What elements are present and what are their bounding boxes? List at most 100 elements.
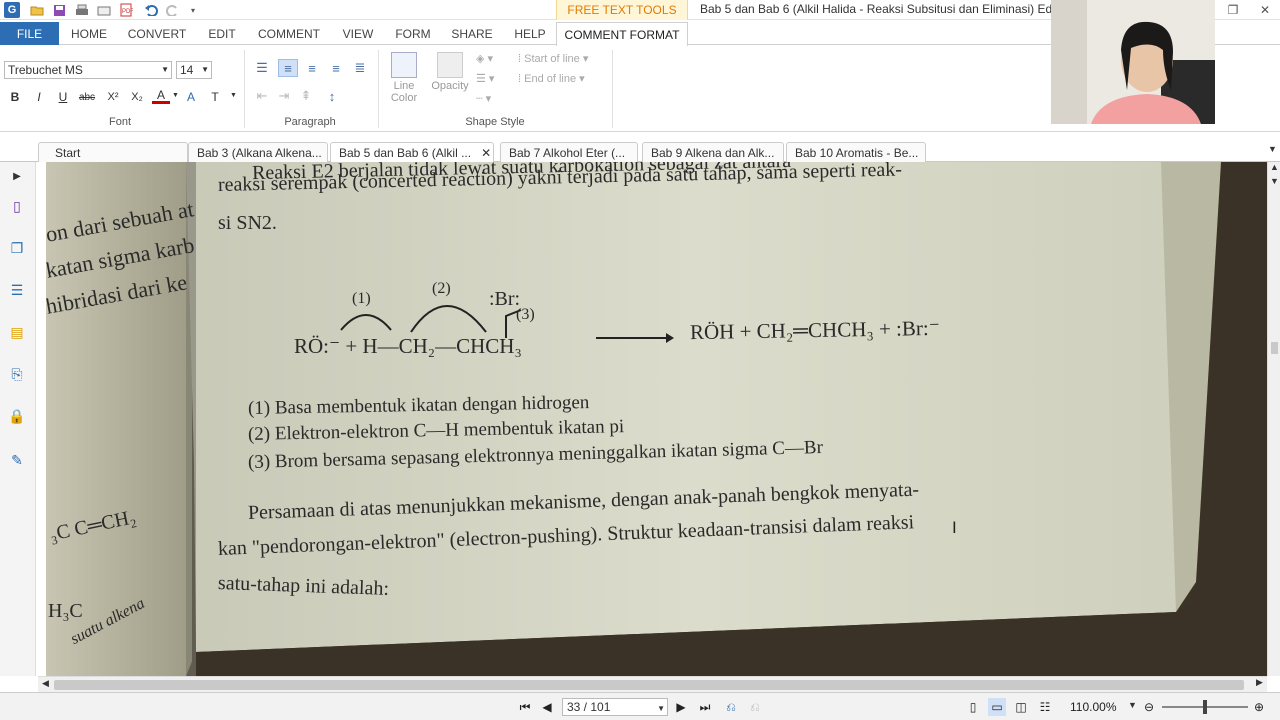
scroll-left-icon[interactable]: ◀ bbox=[42, 678, 49, 689]
zoom-in-icon[interactable]: ⊕ bbox=[1250, 698, 1268, 716]
opacity-icon bbox=[437, 52, 463, 78]
bullet-list-icon[interactable]: ☰ bbox=[252, 59, 272, 77]
zoom-dropdown-icon[interactable]: ▼ bbox=[1128, 700, 1137, 710]
decrease-indent-icon[interactable]: ⇤ bbox=[252, 87, 272, 105]
font-color-button[interactable]: A bbox=[152, 88, 170, 104]
strikethrough-button[interactable]: abc bbox=[78, 88, 96, 106]
tab-view[interactable]: VIEW bbox=[338, 22, 378, 45]
redo-icon[interactable] bbox=[164, 1, 182, 19]
align-right-icon[interactable]: ≡ bbox=[326, 59, 346, 77]
next-view-icon[interactable]: ⎌ bbox=[746, 698, 764, 716]
tab-file[interactable]: FILE bbox=[0, 22, 59, 45]
last-page-icon[interactable]: ⏭ bbox=[696, 698, 714, 716]
font-family-value: Trebuchet MS bbox=[8, 63, 83, 77]
zoom-level[interactable]: 110.00% bbox=[1070, 700, 1116, 714]
free-text-tools-context-tab[interactable]: FREE TEXT TOOLS bbox=[556, 0, 688, 20]
tab-bab-9-label: Bab 9 Alkena dan Alk... bbox=[651, 145, 775, 160]
tab-bab-10-label: Bab 10 Aromatis - Be... bbox=[795, 145, 919, 160]
line-spacing-icon[interactable]: ↕ bbox=[322, 87, 342, 105]
tab-bab-9[interactable]: Bab 9 Alkena dan Alk... bbox=[642, 142, 784, 162]
opacity-button[interactable]: Opacity bbox=[428, 50, 472, 112]
tab-home[interactable]: HOME bbox=[68, 22, 110, 45]
scroll-right-icon[interactable]: ▶ bbox=[1256, 677, 1263, 688]
page-number-input[interactable]: 33 / 101 ▼ bbox=[562, 698, 668, 716]
facing-page-icon[interactable]: ◫ bbox=[1012, 698, 1030, 716]
group-separator bbox=[378, 50, 379, 128]
text-effects-button[interactable]: T bbox=[206, 88, 224, 106]
close-icon[interactable]: ✕ bbox=[1256, 1, 1274, 19]
superscript-button[interactable]: X² bbox=[104, 88, 122, 106]
left-page-formula-2: H₃C bbox=[48, 600, 83, 622]
subscript-button[interactable]: X₂ bbox=[128, 88, 146, 106]
single-page-icon[interactable]: ▯ bbox=[964, 698, 982, 716]
fill-color-button[interactable]: ◈ ▾ bbox=[476, 52, 493, 65]
justify-icon[interactable]: ≣ bbox=[350, 59, 370, 77]
font-size-select[interactable]: 14 ▼ bbox=[176, 61, 212, 79]
horizontal-scrollbar[interactable]: ◀ bbox=[38, 676, 1267, 692]
start-of-line-label: Start of line bbox=[524, 53, 580, 65]
line-color-button[interactable]: Line Color bbox=[382, 50, 426, 112]
save-icon[interactable] bbox=[50, 1, 68, 19]
page-thumbnails-icon[interactable]: ▯ bbox=[7, 196, 27, 216]
continuous-page-icon[interactable]: ▭ bbox=[988, 698, 1006, 716]
open-folder-icon[interactable] bbox=[28, 1, 46, 19]
bold-button[interactable]: B bbox=[6, 88, 24, 106]
line-width-button[interactable]: ☰ ▾ bbox=[476, 72, 494, 85]
signature-icon[interactable]: ✎ bbox=[7, 450, 27, 470]
tab-edit[interactable]: EDIT bbox=[204, 22, 240, 45]
previous-view-icon[interactable]: ⎌ bbox=[722, 698, 740, 716]
text-cursor-icon: Ⅰ bbox=[952, 520, 957, 537]
print-icon[interactable] bbox=[73, 1, 91, 19]
horizontal-scroll-thumb[interactable] bbox=[54, 680, 1244, 690]
font-family-select[interactable]: Trebuchet MS ▼ bbox=[4, 61, 172, 79]
group-separator bbox=[612, 50, 613, 128]
align-center-icon[interactable]: ≡ bbox=[302, 59, 322, 77]
tab-share[interactable]: SHARE bbox=[448, 22, 496, 45]
tab-convert[interactable]: CONVERT bbox=[124, 22, 190, 45]
increase-indent-icon[interactable]: ⇥ bbox=[274, 87, 294, 105]
close-tab-icon[interactable]: ✕ bbox=[481, 146, 491, 160]
tab-comment-format[interactable]: COMMENT FORMAT bbox=[556, 22, 688, 46]
restore-icon[interactable]: ❐ bbox=[1224, 1, 1242, 19]
end-of-line-button[interactable]: ⁞ End of line ▾ bbox=[518, 72, 585, 85]
pdf-create-icon[interactable]: PDF bbox=[117, 1, 135, 19]
continuous-facing-icon[interactable]: ☷ bbox=[1036, 698, 1054, 716]
foxit-app-icon[interactable]: G bbox=[4, 2, 20, 18]
zoom-slider-thumb[interactable] bbox=[1203, 700, 1207, 714]
tab-comment[interactable]: COMMENT bbox=[254, 22, 324, 45]
tab-help[interactable]: HELP bbox=[510, 22, 550, 45]
scan-icon[interactable] bbox=[95, 1, 113, 19]
security-lock-icon[interactable]: 🔒 bbox=[7, 406, 27, 426]
tab-bab-3[interactable]: Bab 3 (Alkana Alkena... bbox=[188, 142, 328, 162]
tab-bab-3-label: Bab 3 (Alkana Alkena... bbox=[197, 145, 322, 160]
grow-font-button[interactable]: A bbox=[182, 88, 200, 106]
align-left-icon[interactable]: ≡ bbox=[278, 59, 298, 77]
attachments-icon[interactable]: ⎘ bbox=[7, 364, 27, 384]
scroll-down-icon[interactable]: ▼ bbox=[1270, 176, 1279, 186]
tab-bab-7[interactable]: Bab 7 Alkohol Eter (... bbox=[500, 142, 638, 162]
first-page-icon[interactable]: ⏮ bbox=[516, 698, 534, 716]
vertical-scroll-thumb[interactable] bbox=[1271, 342, 1278, 354]
undo-icon[interactable] bbox=[142, 1, 160, 19]
scroll-up-icon[interactable]: ▲ bbox=[1270, 162, 1279, 172]
zoom-out-icon[interactable]: ⊖ bbox=[1140, 698, 1158, 716]
italic-button[interactable]: I bbox=[30, 88, 48, 106]
tab-bab-10[interactable]: Bab 10 Aromatis - Be... bbox=[786, 142, 926, 162]
underline-button[interactable]: U bbox=[54, 88, 72, 106]
tab-form[interactable]: FORM bbox=[392, 22, 434, 45]
tab-bab-5-6[interactable]: Bab 5 dan Bab 6 (Alkil ... ✕ bbox=[330, 142, 494, 163]
line-style-button[interactable]: ┄ ▾ bbox=[476, 92, 491, 105]
quick-access-dropdown-icon[interactable]: ▾ bbox=[184, 1, 202, 19]
tab-list-dropdown-icon[interactable]: ▼ bbox=[1268, 144, 1277, 154]
spacing-before-icon[interactable]: ⇞ bbox=[296, 87, 316, 105]
layers-icon[interactable]: ❐ bbox=[7, 238, 27, 258]
previous-page-icon[interactable]: ◀ bbox=[538, 698, 556, 716]
expand-panel-icon[interactable]: ▶ bbox=[7, 166, 27, 186]
next-page-icon[interactable]: ▶ bbox=[672, 698, 690, 716]
tab-start[interactable]: Start bbox=[38, 142, 188, 162]
document-page-view[interactable]: Reaksi E2 berjalan tidak lewat suatu kar… bbox=[46, 162, 1267, 676]
start-of-line-button[interactable]: ⁞ Start of line ▾ bbox=[518, 52, 588, 65]
comments-icon[interactable]: ▤ bbox=[7, 322, 27, 342]
vertical-scrollbar[interactable]: ▲ ▼ bbox=[1267, 162, 1280, 676]
bookmarks-icon[interactable]: ☰ bbox=[7, 280, 27, 300]
